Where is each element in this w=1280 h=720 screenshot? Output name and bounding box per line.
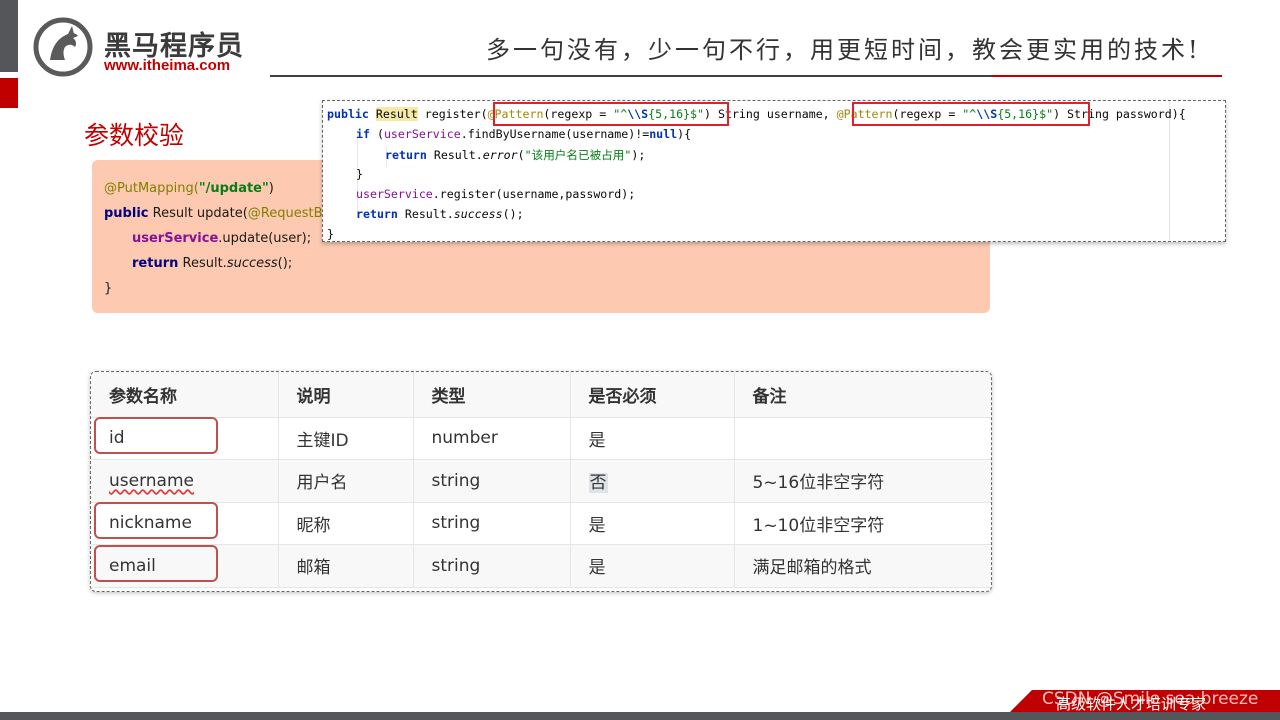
code-annotation: @PutMapping( [104,181,199,196]
code-text: Result update( [148,206,248,221]
pattern-highlight-box [493,102,729,126]
code-method: success [453,207,503,221]
code-field: userService [383,127,461,141]
code-text: ){ [677,127,692,141]
code-line: return Result.success(); [132,256,292,271]
code-keyword: return [132,256,179,271]
corner-bar-red [0,78,18,108]
code-line: userService.update(user); [132,231,311,246]
code-line: if (userService.findByUsername(username)… [356,127,691,141]
code-text: ) [268,181,274,196]
table-cell: 邮箱 [278,544,414,588]
column-header: 类型 [413,372,571,418]
code-string: "该用户名已被占用" [524,148,632,162]
code-text: } [327,227,334,241]
code-annotation: @RequestBo [247,206,331,221]
code-keyword: return [385,148,427,162]
code-text: } [356,167,363,181]
table-cell: 昵称 [278,502,414,545]
param-highlight-box [94,545,218,582]
header-divider-accent [992,75,1222,77]
code-text: .update(user); [218,231,312,246]
pattern-highlight-box [852,102,1090,126]
table-cell: 主键ID [278,417,414,460]
table-cell: 用户名 [278,459,414,503]
code-text: (); [277,256,293,271]
param-highlight-box [94,417,218,454]
code-keyword: public [327,107,369,121]
table-cell [734,417,991,460]
code-string: "/update" [198,181,269,196]
code-text: ( [369,127,384,141]
code-text: } [104,281,113,296]
code-field: userService [132,231,219,246]
code-keyword: null [649,127,678,141]
column-header: 是否必须 [570,372,735,418]
code-keyword: public [104,206,149,221]
spellcheck-text: username [109,470,194,491]
table-cell: 是 [570,417,735,460]
table-row: username 用户名 string 否 5~16位非空字符 [91,459,991,503]
param-highlight-box [94,502,218,539]
table-cell: 1~10位非空字符 [734,502,991,545]
column-header: 参数名称 [91,372,279,418]
code-line: } [327,227,334,241]
table-cell: 5~16位非空字符 [734,459,991,503]
code-keyword: if [356,127,370,141]
table-row: nickname 昵称 string 是 1~10位非空字符 [91,502,991,545]
code-text: Result. [426,148,483,162]
code-line: return Result.success(); [356,207,524,221]
table-cell: 否 [570,459,735,503]
code-method: success [226,256,278,271]
slogan: 多一句没有，少一句不行，用更短时间，教会更实用的技术! [486,36,1201,64]
code-line: userService.register(username,password); [356,187,635,201]
register-code-popup: public Result register(@Pattern(regexp =… [322,100,1226,242]
column-header: 说明 [278,372,414,418]
code-line: return Result.error("该用户名已被占用"); [385,147,645,163]
params-table: 参数名称 说明 类型 是否必须 备注 id 主键ID number 是 user… [91,372,991,588]
selected-text: 否 [588,473,608,494]
code-text: .register(username,password); [432,187,636,201]
code-line: @PutMapping("/update") [104,181,274,196]
csdn-watermark: CSDN @Smile sea breeze [1042,689,1259,709]
brand-logo: 黑马程序员 www.itheima.com [32,16,252,78]
code-line: } [104,281,112,296]
table-cell: string [413,544,571,588]
table-cell: string [413,502,571,545]
corner-bar-gray [0,0,18,72]
code-field: userService [356,187,433,201]
code-text: ( [517,148,525,162]
table-cell: username [91,459,279,503]
logo-url: www.itheima.com [104,57,231,74]
code-line: } [356,167,363,181]
table-cell: 是 [570,502,735,545]
code-text: Result. [397,207,454,221]
table-cell: 满足邮箱的格式 [734,544,991,588]
column-header: 备注 [734,372,991,418]
code-line: public Result update(@RequestBo [104,206,330,221]
code-type: Result [375,107,418,121]
code-text: Result. [178,256,227,271]
code-text: register( [417,107,488,121]
table-cell: string [413,459,571,503]
code-keyword: return [356,207,398,221]
table-header-row: 参数名称 说明 类型 是否必须 备注 [91,372,991,418]
code-text: .findByUsername(username)!= [460,127,650,141]
code-text: (); [502,207,524,221]
code-method: error [482,148,518,162]
table-cell: number [413,417,571,460]
code-text: ); [631,148,646,162]
code-text: String username, [711,107,837,121]
table-row: email 邮箱 string 是 满足邮箱的格式 [91,544,991,588]
horse-logo-icon [33,17,93,77]
table-row: id 主键ID number 是 [91,417,991,460]
right-margin-line [1169,101,1170,241]
params-table-container: 参数名称 说明 类型 是否必须 备注 id 主键ID number 是 user… [90,371,992,592]
footer-bar [0,712,1280,720]
table-cell: 是 [570,544,735,588]
section-title: 参数校验 [84,121,185,150]
